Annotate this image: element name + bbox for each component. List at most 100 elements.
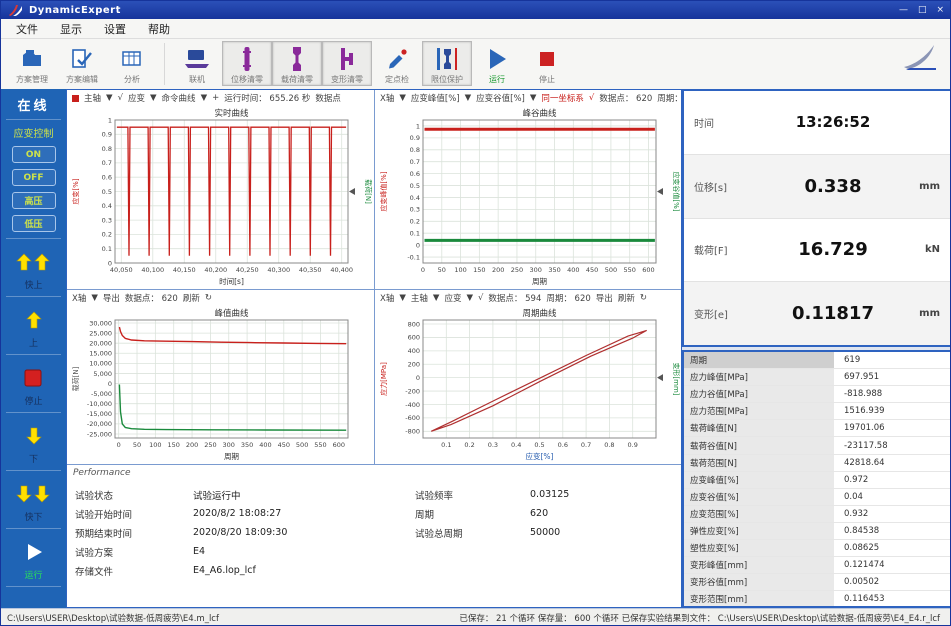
chart-header-item[interactable]: 同一坐标系 xyxy=(541,92,584,104)
power-button-1[interactable]: ON xyxy=(12,146,56,163)
table-row[interactable]: 应力谷值[MPa]-818.988 xyxy=(684,386,950,403)
table-row[interactable]: 载荷峰值[N]19701.06 xyxy=(684,420,950,437)
table-row[interactable]: 塑性应变[%]0.08625 xyxy=(684,540,950,557)
svg-text:0.4: 0.4 xyxy=(410,194,420,202)
chart-header-item[interactable]: 导出 xyxy=(103,292,120,304)
disp-zero-button[interactable]: 位移清零 xyxy=(222,41,272,86)
chart-header-item[interactable]: √ xyxy=(478,293,483,303)
svg-text:50: 50 xyxy=(133,441,141,449)
chart-header-item[interactable]: 运行时间： 655.26 秒 xyxy=(224,92,310,104)
svg-text:时间[s]: 时间[s] xyxy=(219,276,244,286)
jog-point-button[interactable]: 定点检 xyxy=(372,41,422,86)
stop-square-icon xyxy=(24,363,42,393)
panel-divider-horizontal-1 xyxy=(67,289,681,290)
table-row[interactable]: 应变范围[%]0.932 xyxy=(684,506,950,523)
result-label: 载荷峰值[N] xyxy=(684,420,834,436)
chart-header-item[interactable]: ↻ xyxy=(205,293,212,303)
power-button-3[interactable]: 高压 xyxy=(12,192,56,209)
chart-header-item[interactable]: ▼ xyxy=(466,293,473,303)
chart-header-item[interactable]: + xyxy=(212,93,219,103)
chart-header-item[interactable]: X轴 xyxy=(380,292,394,304)
double-down-arrow-icon xyxy=(16,479,52,509)
connect-button[interactable]: 联机 xyxy=(172,41,222,86)
menu-item-2[interactable]: 显示 xyxy=(49,19,93,39)
chart-header-item[interactable]: 应变 xyxy=(128,92,145,104)
chart-header-item[interactable]: 应变峰值[%] xyxy=(411,92,460,104)
jog-run-button[interactable]: 运行 xyxy=(24,537,44,581)
chart-header-item[interactable]: 导出 xyxy=(596,292,613,304)
chart-header-item[interactable]: ▼ xyxy=(433,293,440,303)
svg-text:15,000: 15,000 xyxy=(89,350,112,358)
plan-edit-button[interactable]: 方案编辑 xyxy=(57,41,107,86)
control-mode-label: 应变控制 xyxy=(14,123,54,143)
chart-header-item[interactable]: ▼ xyxy=(465,93,472,103)
deform-zero-button[interactable]: 变形清零 xyxy=(322,41,372,86)
chart-header-item[interactable]: ▼ xyxy=(399,293,406,303)
chart-header-item[interactable]: X轴 xyxy=(72,292,86,304)
chart-header-item[interactable]: ▼ xyxy=(91,293,98,303)
plan-manage-button[interactable]: 方案管理 xyxy=(7,41,57,86)
table-row[interactable]: 周期619 xyxy=(684,352,950,369)
table-row[interactable]: 变形范围[mm]0.116453 xyxy=(684,591,950,608)
table-row[interactable]: 变形谷值[mm]0.00502 xyxy=(684,574,950,591)
chart-header-item[interactable]: 周期： 620 xyxy=(546,292,590,304)
load-zero-label: 载荷清零 xyxy=(281,74,313,85)
chart-header-item[interactable]: 周期： 620 xyxy=(657,92,681,104)
chart-header-item[interactable]: X轴 xyxy=(380,92,394,104)
table-row[interactable]: 弹性应变[%]0.84538 xyxy=(684,523,950,540)
menu-item-4[interactable]: 帮助 xyxy=(137,19,181,39)
chart-header-item[interactable]: 命令曲线 xyxy=(162,92,196,104)
table-row[interactable]: 载荷谷值[N]-23117.58 xyxy=(684,437,950,454)
sidebar: 在线应变控制 ON OFF 高压低压快上上停止下快下运行 xyxy=(1,89,66,608)
table-row[interactable]: 载荷范围[N]42818.64 xyxy=(684,455,950,472)
realtime-chart-panel: 主轴▼√应变▼命令曲线▼+运行时间： 655.26 秒数据点 40,05040,… xyxy=(67,90,374,289)
chart-header-item[interactable]: 刷新 xyxy=(183,292,200,304)
chart-header-item[interactable]: 刷新 xyxy=(618,292,635,304)
table-row[interactable]: 应力范围[MPa]1516.939 xyxy=(684,403,950,420)
run-button[interactable]: 运行 xyxy=(472,41,522,86)
jog-fast-up-button[interactable]: 快上 xyxy=(16,247,52,291)
table-row[interactable]: 应变谷值[%]0.04 xyxy=(684,489,950,506)
power-button-4[interactable]: 低压 xyxy=(12,215,56,232)
chart-header-item[interactable]: 数据点 xyxy=(315,92,341,104)
run-icon xyxy=(485,43,509,74)
chart-header-item[interactable]: 主轴 xyxy=(84,92,101,104)
table-row[interactable]: 应变峰值[%]0.972 xyxy=(684,472,950,489)
chart-header-item[interactable]: ▼ xyxy=(399,93,406,103)
jog-fast-down-button[interactable]: 快下 xyxy=(16,479,52,523)
chart-header-item[interactable]: ↻ xyxy=(640,293,647,303)
svg-text:0.9: 0.9 xyxy=(628,441,638,449)
power-button-2[interactable]: OFF xyxy=(12,169,56,186)
chart-header-item[interactable]: √ xyxy=(589,93,594,103)
table-row[interactable]: 应力峰值[MPa]697.951 xyxy=(684,369,950,386)
result-value: 0.972 xyxy=(834,472,950,488)
svg-text:周期曲线: 周期曲线 xyxy=(522,308,557,319)
chart-header-item[interactable]: 应变 xyxy=(444,292,461,304)
close-button[interactable]: × xyxy=(936,5,944,15)
sidebar-divider xyxy=(6,119,62,120)
maximize-button[interactable]: □ xyxy=(918,5,927,15)
chart-header-item[interactable]: ▼ xyxy=(530,93,537,103)
table-row[interactable]: 变形峰值[mm]0.121474 xyxy=(684,557,950,574)
chart-header-item[interactable]: ▼ xyxy=(201,93,208,103)
minimize-button[interactable]: — xyxy=(899,5,908,15)
chart-header-item[interactable]: 应变谷值[%] xyxy=(476,92,525,104)
stop-button[interactable]: 停止 xyxy=(522,41,572,86)
load-zero-button[interactable]: 载荷清零 xyxy=(272,41,322,86)
chart-header-item[interactable]: 数据点： 620 xyxy=(599,92,652,104)
jog-down-button[interactable]: 下 xyxy=(26,421,42,465)
chart-header-item[interactable]: 数据点： 594 xyxy=(488,292,541,304)
menu-item-3[interactable]: 设置 xyxy=(93,19,137,39)
svg-text:0.7: 0.7 xyxy=(581,441,591,449)
connection-status: 在线 xyxy=(17,92,49,116)
chart-header-item[interactable]: 主轴 xyxy=(411,292,428,304)
chart-header-item[interactable]: 数据点： 620 xyxy=(125,292,178,304)
chart-header-item[interactable]: ▼ xyxy=(106,93,113,103)
jog-stop-button[interactable]: 停止 xyxy=(24,363,42,407)
chart-header-item[interactable]: √ xyxy=(118,93,123,103)
limit-protect-button[interactable]: 限位保护 xyxy=(422,41,472,86)
chart-header-item[interactable]: ▼ xyxy=(150,93,157,103)
menu-item-1[interactable]: 文件 xyxy=(5,19,49,39)
analysis-button[interactable]: 分析 xyxy=(107,41,157,86)
jog-up-button[interactable]: 上 xyxy=(26,305,42,349)
